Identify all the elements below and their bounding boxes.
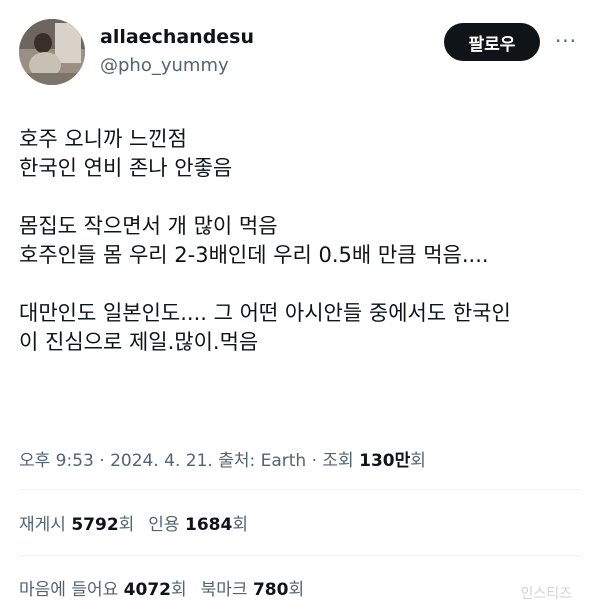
tweet-line: 호주인들 몸 우리 2-3배인데 우리 0.5배 만큼 먹음.... bbox=[19, 243, 489, 267]
view-count: 130만 bbox=[359, 451, 411, 471]
likes-unit: 회 bbox=[170, 580, 187, 600]
tweet-line: 대만인도 일본인도.... 그 어떤 아시안들 중에서도 한국인 bbox=[19, 301, 511, 325]
bookmarks-count: 780 bbox=[252, 580, 289, 600]
reposts-stat[interactable]: 재게시 5792회 bbox=[19, 515, 134, 535]
tweet-line: 한국인 연비 존나 안좋음 bbox=[19, 156, 233, 180]
reposts-count: 5792 bbox=[71, 515, 119, 535]
likes-stat[interactable]: 마음에 들어요 4072회 bbox=[19, 580, 187, 600]
more-horizontal-icon[interactable]: ··· bbox=[553, 30, 579, 52]
author-display-name[interactable]: allaechandesu bbox=[100, 26, 254, 48]
quotes-count: 1684 bbox=[184, 515, 233, 535]
reposts-label: 재게시 bbox=[19, 515, 66, 535]
engagement-stats-row: 마음에 들어요 4072회 북마크 780회 bbox=[19, 575, 318, 600]
author-handle[interactable]: @pho_yummy bbox=[100, 55, 229, 76]
profile-photo bbox=[19, 19, 85, 85]
likes-label: 마음에 들어요 bbox=[19, 580, 119, 600]
tweet-meta: 오후 9:53 · 2024. 4. 21. 출처: Earth · 조회 13… bbox=[19, 446, 426, 471]
divider bbox=[19, 489, 581, 490]
watermark: 인스티즈 bbox=[520, 586, 572, 602]
follow-button[interactable]: 팔로우 bbox=[444, 23, 540, 61]
bookmarks-stat[interactable]: 북마크 780회 bbox=[201, 580, 304, 600]
quotes-unit: 회 bbox=[232, 515, 248, 535]
engagement-stats-row: 재게시 5792회 인용 1684회 bbox=[19, 510, 262, 535]
view-count-unit: 회 bbox=[410, 451, 426, 471]
tweet-line: 호주 오니까 느낀점 bbox=[19, 127, 187, 151]
bookmarks-unit: 회 bbox=[288, 580, 305, 600]
tweet-text: 호주 오니까 느낀점 한국인 연비 존나 안좋음 몸집도 작으면서 개 많이 먹… bbox=[19, 125, 584, 357]
timestamp-source[interactable]: 오후 9:53 · 2024. 4. 21. 출처: Earth · 조회 bbox=[19, 451, 359, 471]
bookmarks-label: 북마크 bbox=[200, 580, 248, 600]
reposts-unit: 회 bbox=[118, 515, 135, 535]
tweet-line: 이 진심으로 제일.많이.먹음 bbox=[19, 330, 259, 354]
tweet-line: 몸집도 작으면서 개 많이 먹음 bbox=[19, 214, 278, 238]
avatar[interactable] bbox=[19, 19, 85, 85]
likes-count: 4072 bbox=[123, 580, 171, 600]
quotes-stat[interactable]: 인용 1684회 bbox=[148, 515, 248, 535]
quotes-label: 인용 bbox=[148, 515, 180, 535]
divider bbox=[19, 555, 581, 556]
